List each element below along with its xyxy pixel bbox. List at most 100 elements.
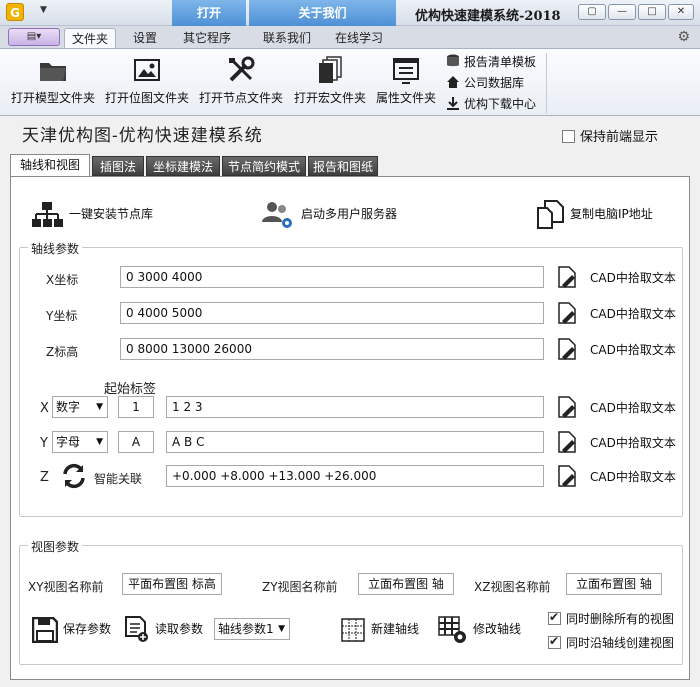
grid-gear-icon [438, 615, 466, 643]
y-axis-labels-input[interactable]: A B C [166, 431, 544, 453]
report-template-label: 报告清单模板 [464, 55, 537, 69]
property-folder-label: 属性文件夹 [375, 91, 436, 105]
tab-node-simple-mode[interactable]: 节点简约模式 [222, 156, 306, 176]
pick-text-icon[interactable] [556, 430, 578, 454]
tab-online-learning[interactable]: 在线学习 [328, 28, 390, 48]
pick-text-icon[interactable] [556, 395, 578, 419]
z-axis-letter: Z [40, 470, 49, 485]
refresh-icon[interactable] [60, 462, 88, 490]
users-gear-icon [262, 201, 292, 228]
open-node-folder-button[interactable]: 打开节点文件夹 [198, 53, 284, 113]
x-axis-letter: X [40, 401, 49, 416]
keep-front-label: 保持前端显示 [580, 130, 659, 145]
save-params-button[interactable]: 保存参数 [32, 614, 111, 644]
xz-view-name-input[interactable]: 立面布置图 轴 [566, 573, 662, 595]
xz-view-name-label: XZ视图名称前 [474, 580, 551, 594]
open-model-folder-button[interactable]: 打开模型文件夹 [10, 53, 96, 113]
install-node-library-button[interactable]: 一键安装节点库 [31, 197, 153, 231]
x-tag-type-select[interactable]: 数字 ▼ [52, 396, 108, 418]
context-tab-about[interactable]: 关于我们 [249, 0, 396, 26]
pick-text-icon[interactable] [556, 265, 578, 289]
keep-front-box[interactable] [562, 130, 575, 143]
param-set-value: 轴线参数1 [218, 622, 274, 636]
context-tab-open[interactable]: 打开 [172, 0, 246, 26]
y-coord-label: Y坐标 [46, 309, 78, 323]
open-node-folder-label: 打开节点文件夹 [198, 91, 283, 105]
download-center-button[interactable]: 优构下载中心 [446, 95, 536, 113]
load-document-icon [125, 615, 148, 642]
axis-parameters-title: 轴线参数 [28, 240, 83, 257]
tab-other-programs[interactable]: 其它程序 [176, 28, 238, 48]
download-icon [447, 97, 459, 110]
pick-text-label[interactable]: CAD中拾取文本 [590, 269, 676, 286]
copy-ip-address-button[interactable]: 复制电脑IP地址 [536, 197, 653, 231]
tab-report-drawing[interactable]: 报告和图纸 [308, 156, 378, 176]
report-template-button[interactable]: 报告清单模板 [446, 53, 536, 71]
param-set-select[interactable]: 轴线参数1 ▼ [214, 618, 290, 640]
start-multiuser-server-button[interactable]: 启动多用户服务器 [261, 197, 397, 231]
close-button[interactable]: ✕ [668, 4, 694, 20]
delete-all-views-checkbox[interactable]: 同时删除所有的视图 [548, 610, 674, 627]
create-views-along-axis-box[interactable] [548, 634, 561, 649]
load-params-button[interactable]: 读取参数 [124, 614, 203, 644]
chevron-down-icon: ▼ [96, 437, 103, 447]
home-icon [447, 76, 459, 88]
y-coord-input[interactable]: 0 4000 5000 [120, 302, 544, 324]
pick-text-icon[interactable] [556, 464, 578, 488]
xy-view-name-input[interactable]: 平面布置图 标高 [122, 573, 222, 595]
save-disk-icon [32, 616, 58, 643]
keep-front-checkbox[interactable]: 保持前端显示 [562, 126, 658, 145]
y-axis-letter: Y [40, 436, 48, 451]
quick-access-dropdown-icon[interactable]: ▼ [40, 5, 47, 15]
x-axis-labels-input[interactable]: 1 2 3 [166, 396, 544, 418]
property-window-icon [393, 58, 419, 84]
z-elevation-labels-input[interactable]: +0.000 +8.000 +13.000 +26.000 [166, 465, 544, 487]
tab-insert-method[interactable]: 插图法 [92, 156, 144, 176]
maximize-button[interactable]: □ [638, 4, 666, 20]
zy-view-name-input[interactable]: 立面布置图 轴 [358, 573, 454, 595]
open-bitmap-folder-button[interactable]: 打开位图文件夹 [104, 53, 190, 113]
pick-text-icon[interactable] [556, 301, 578, 325]
copy-ip-address-label: 复制电脑IP地址 [570, 207, 653, 221]
app-menu-button[interactable]: ▤▾ [8, 28, 60, 46]
tab-contact-us[interactable]: 联系我们 [256, 28, 318, 48]
z-elevation-input[interactable]: 0 8000 13000 26000 [120, 338, 544, 360]
ribbon-panel: 打开模型文件夹 打开位图文件夹 打开节点文件夹 打开宏文件夹 属性文件夹 报告清… [0, 48, 700, 116]
tab-folder[interactable]: 文件夹 [64, 28, 116, 48]
pick-text-label[interactable]: CAD中拾取文本 [590, 305, 676, 322]
app-logo-icon[interactable]: G [6, 3, 24, 21]
create-views-along-axis-checkbox[interactable]: 同时沿轴线创建视图 [548, 634, 674, 651]
open-macro-folder-button[interactable]: 打开宏文件夹 [292, 53, 368, 113]
chevron-down-icon: ▼ [278, 624, 285, 634]
delete-all-views-box[interactable] [548, 610, 561, 625]
documents-icon [319, 56, 342, 83]
modify-axis-button[interactable]: 修改轴线 [438, 614, 521, 644]
tab-settings[interactable]: 设置 [124, 28, 166, 48]
tab-coordinate-modeling[interactable]: 坐标建模法 [146, 156, 220, 176]
x-coord-input[interactable]: 0 3000 4000 [120, 266, 544, 288]
delete-all-views-label: 同时删除所有的视图 [566, 612, 675, 626]
save-params-label: 保存参数 [63, 622, 112, 636]
z-elevation-label: Z标高 [46, 345, 79, 359]
pick-text-label[interactable]: CAD中拾取文本 [590, 341, 676, 358]
restore-button[interactable]: ▢ [578, 4, 606, 20]
xy-view-name-label: XY视图名称前 [28, 580, 104, 594]
pick-text-label[interactable]: CAD中拾取文本 [590, 399, 676, 416]
start-multiuser-server-label: 启动多用户服务器 [301, 207, 398, 221]
pick-text-icon[interactable] [556, 337, 578, 361]
new-axis-button[interactable]: 新建轴线 [340, 614, 419, 644]
axis-view-panel: 一键安装节点库 启动多用户服务器 复制电脑IP地址 轴线参数 X坐标 0 300… [10, 176, 690, 680]
y-start-tag-input[interactable]: A [118, 431, 154, 453]
y-tag-type-select[interactable]: 字母 ▼ [52, 431, 108, 453]
gear-icon[interactable]: ⚙ [677, 29, 690, 45]
x-start-tag-input[interactable]: 1 [118, 396, 154, 418]
create-views-along-axis-label: 同时沿轴线创建视图 [566, 636, 675, 650]
pick-text-label[interactable]: CAD中拾取文本 [590, 434, 676, 451]
smart-link-label[interactable]: 智能关联 [94, 470, 142, 487]
pick-text-label[interactable]: CAD中拾取文本 [590, 468, 676, 485]
minimize-button[interactable]: — [608, 4, 636, 20]
hierarchy-icon [32, 201, 63, 227]
company-database-button[interactable]: 公司数据库 [446, 74, 524, 92]
tab-axis-view[interactable]: 轴线和视图 [10, 154, 90, 177]
property-folder-button[interactable]: 属性文件夹 [374, 53, 438, 113]
